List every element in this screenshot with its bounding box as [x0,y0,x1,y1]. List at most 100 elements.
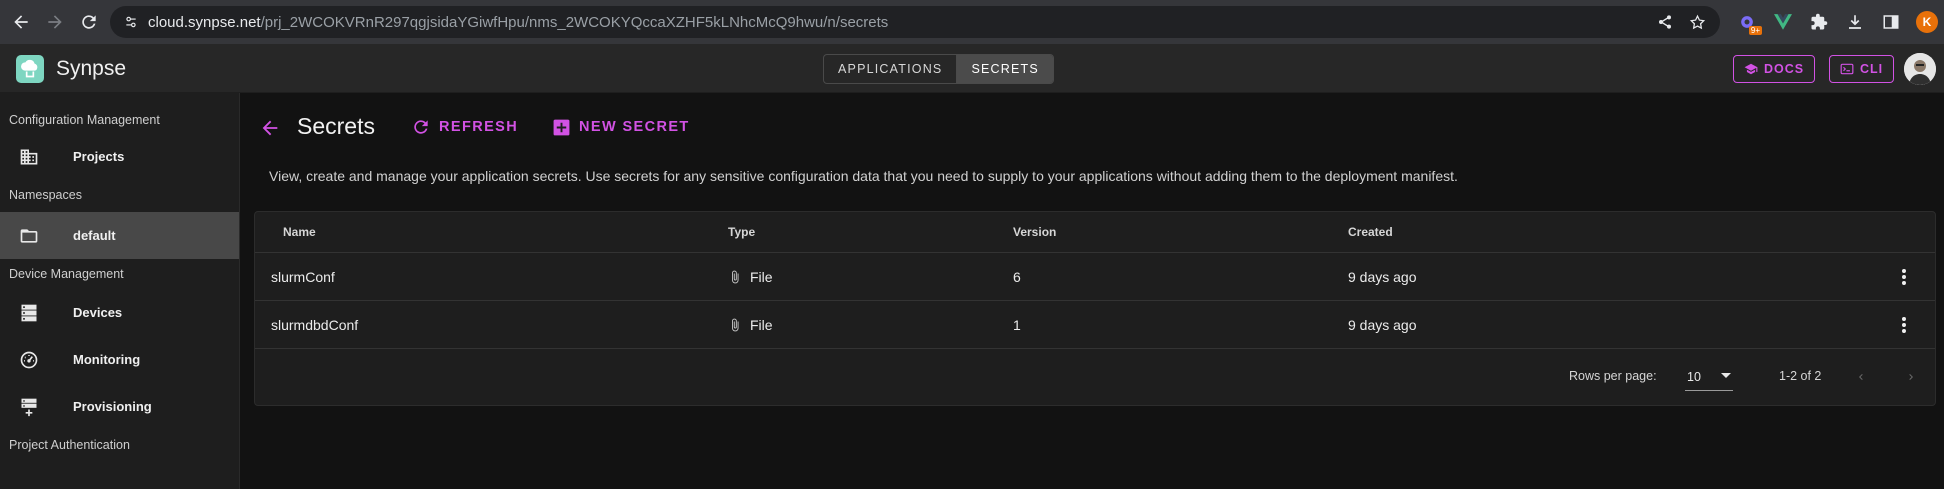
sidebar-item-label: default [73,228,116,243]
secret-created: 9 days ago [1348,268,1417,285]
secret-created: 9 days ago [1348,316,1417,333]
user-avatar[interactable] [1904,53,1936,85]
secret-version: 6 [1013,268,1021,285]
chevron-left-icon [1859,374,1863,380]
secret-type: File [728,301,773,348]
column-header-version[interactable]: Version [1013,212,1056,252]
chevron-down-icon [1721,373,1731,378]
sidebar-item-monitoring[interactable]: Monitoring [0,336,239,383]
sidebar-item-devices[interactable]: Devices [0,289,239,336]
sidebar-item-label: Devices [73,305,123,320]
chevron-right-icon [1909,374,1913,380]
new-secret-button[interactable]: NEW SECRET [552,115,690,139]
row-menu-button[interactable] [1892,313,1916,337]
user-photo-icon [1904,53,1936,85]
sidebar-item-label: Projects [73,149,125,164]
building-icon [18,146,40,168]
extension-badge-icon[interactable]: 9+ [1736,11,1762,35]
page-description: View, create and manage your application… [269,168,1458,184]
url-path: /prj_2WCOKVRnR297qgjsidaYGiwfHpu/nms_2WC… [260,13,889,31]
column-header-name[interactable]: Name [283,212,316,252]
sidebar-item-projects[interactable]: Projects [0,133,239,180]
table-pagination: Rows per page: 10 1-2 of 2 [255,348,1935,406]
url-text[interactable]: cloud.synpse.net/prj_2WCOKVRnR297qgjsida… [148,14,888,31]
secret-type-label: File [750,316,773,333]
arrow-right-icon [48,15,62,29]
back-button[interactable] [8,9,34,35]
main-content: Secrets REFRESH NEW SECRET View, create … [241,93,1944,489]
terminal-icon [1840,63,1854,75]
synpse-logo-icon[interactable] [16,55,44,83]
profile-avatar[interactable]: K [1916,11,1938,33]
section-header-configuration: Configuration Management [9,113,160,127]
refresh-button[interactable]: REFRESH [411,115,518,139]
sidebar-item-provisioning[interactable]: Provisioning [0,383,239,430]
secret-type-label: File [750,268,773,285]
tab-applications[interactable]: APPLICATIONS [824,55,956,83]
page-title: Secrets [297,113,375,139]
site-info-icon[interactable] [124,15,138,29]
share-icon[interactable] [1657,14,1673,30]
tab-secrets[interactable]: SECRETS [956,55,1053,83]
cli-label: CLI [1860,62,1884,76]
refresh-icon [414,120,428,134]
section-header-project-authentication: Project Authentication [9,438,130,452]
plus-box-icon [553,119,570,135]
server-icon [18,302,40,324]
page-header: Secrets REFRESH NEW SECRET [241,109,1241,145]
sidebar: Configuration Management Projects Namesp… [0,93,240,489]
table-row[interactable]: slurmdbdConf File 1 9 days ago [255,300,1935,348]
back-arrow-icon[interactable] [259,117,281,139]
secret-version: 1 [1013,316,1021,333]
download-icon[interactable] [1844,11,1866,33]
next-page-button[interactable] [1899,365,1923,389]
speedometer-icon [18,349,40,371]
rows-per-page-value: 10 [1687,369,1701,384]
column-header-created[interactable]: Created [1348,212,1393,252]
paperclip-icon [732,318,739,331]
docs-button[interactable]: DOCS [1733,55,1816,83]
url-host: cloud.synpse.net [148,13,261,31]
url-actions [1657,6,1706,38]
browser-toolbar: cloud.synpse.net/prj_2WCOKVRnR297qgjsida… [0,0,1944,44]
reload-button[interactable] [76,9,102,35]
cli-button[interactable]: CLI [1829,55,1895,83]
more-vertical-icon [1902,317,1906,333]
table-row[interactable]: slurmConf File 6 9 days ago [255,252,1935,300]
extension-badge: 9+ [1748,26,1762,35]
address-bar[interactable]: cloud.synpse.net/prj_2WCOKVRnR297qgjsida… [110,6,1720,38]
arrow-left-icon [14,15,28,29]
section-header-namespaces: Namespaces [9,188,82,202]
extensions-area: 9+ K [1736,0,1944,44]
puzzle-icon[interactable] [1808,11,1830,33]
sidebar-item-label: Provisioning [73,399,152,414]
secret-type: File [728,253,773,300]
app-bar: Synpse APPLICATIONS SECRETS DOCS CLI [0,44,1944,93]
rows-per-page-select[interactable]: 10 [1685,363,1733,391]
bookmark-star-icon[interactable] [1689,14,1706,31]
section-toggle: APPLICATIONS SECRETS [823,54,1054,84]
prev-page-button[interactable] [1849,365,1873,389]
sidebar-item-default[interactable]: default [0,212,239,259]
reload-icon [82,15,96,29]
column-header-type[interactable]: Type [728,212,755,252]
secret-name: slurmdbdConf [271,316,359,333]
brand-name[interactable]: Synpse [56,57,126,81]
side-panel-icon[interactable] [1880,11,1902,33]
new-secret-label: NEW SECRET [579,119,690,135]
folder-icon [18,225,40,247]
forward-button[interactable] [42,9,68,35]
sidebar-item-label: Monitoring [73,352,141,367]
refresh-label: REFRESH [439,119,519,135]
more-vertical-icon [1902,269,1906,285]
secrets-table: Name Type Version Created slurmConf File… [254,211,1936,406]
vue-devtools-icon[interactable] [1772,11,1794,33]
paperclip-icon [732,270,739,283]
secret-name: slurmConf [271,268,335,285]
pagination-range: 1-2 of 2 [1779,369,1822,383]
graduation-cap-icon [1744,63,1758,75]
row-menu-button[interactable] [1892,265,1916,289]
server-plus-icon [18,396,40,418]
docs-label: DOCS [1764,62,1805,76]
rows-per-page-label: Rows per page: [1569,369,1657,383]
